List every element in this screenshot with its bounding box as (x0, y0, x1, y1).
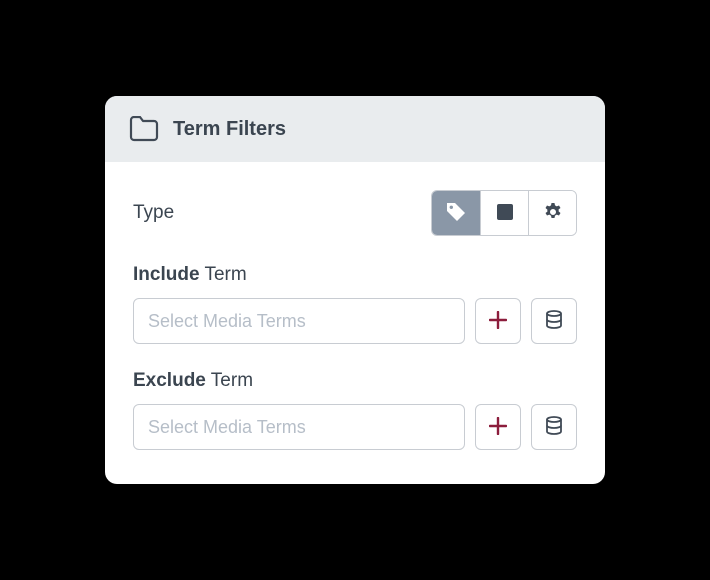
exclude-label: Exclude Term (133, 370, 577, 392)
include-add-button[interactable] (475, 298, 521, 344)
plus-icon (489, 311, 507, 332)
database-icon (545, 416, 563, 439)
type-option-gear[interactable] (528, 191, 576, 235)
include-label-rest: Term (200, 264, 247, 285)
type-option-square[interactable] (480, 191, 528, 235)
exclude-label-rest: Term (206, 370, 253, 391)
gear-icon (543, 202, 563, 225)
plus-icon (489, 417, 507, 438)
term-filters-card: Term Filters Type (105, 96, 605, 484)
exclude-term-input[interactable] (133, 404, 465, 450)
type-segmented-control (431, 190, 577, 236)
exclude-row (133, 404, 577, 450)
database-icon (545, 310, 563, 333)
type-option-tag[interactable] (432, 191, 480, 235)
square-icon (497, 204, 513, 223)
exclude-database-button[interactable] (531, 404, 577, 450)
card-body: Type Inclu (105, 162, 605, 484)
card-title: Term Filters (173, 118, 286, 141)
include-label: Include Term (133, 264, 577, 286)
include-row (133, 298, 577, 344)
type-row: Type (133, 190, 577, 236)
card-header: Term Filters (105, 96, 605, 162)
folder-icon (129, 116, 159, 142)
include-label-strong: Include (133, 264, 200, 285)
tag-icon (446, 202, 466, 225)
exclude-add-button[interactable] (475, 404, 521, 450)
exclude-label-strong: Exclude (133, 370, 206, 391)
type-label: Type (133, 202, 174, 224)
include-database-button[interactable] (531, 298, 577, 344)
include-term-input[interactable] (133, 298, 465, 344)
